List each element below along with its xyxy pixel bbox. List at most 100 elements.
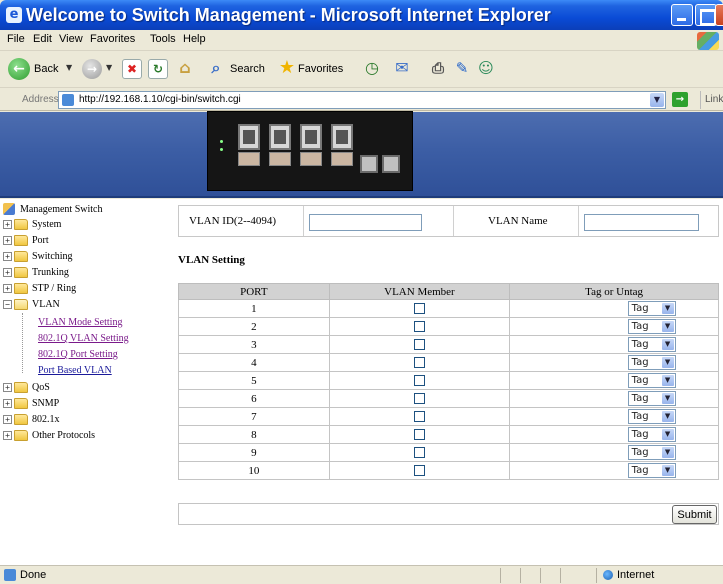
tree-item-label[interactable]: STP / Ring bbox=[32, 283, 76, 294]
menu-tools[interactable]: Tools bbox=[150, 33, 176, 45]
collapse-minus-icon[interactable]: − bbox=[3, 300, 12, 309]
tag-select[interactable]: Tag ▼ bbox=[627, 337, 676, 352]
edit-icon[interactable]: ✎ bbox=[452, 59, 472, 79]
vlan-member-checkbox[interactable] bbox=[413, 411, 425, 423]
minimize-button[interactable] bbox=[671, 4, 693, 26]
tag-select[interactable]: Tag ▼ bbox=[627, 355, 676, 370]
links-button[interactable]: Links bbox=[700, 91, 723, 109]
folder-icon bbox=[14, 219, 28, 230]
tag-select[interactable]: Tag ▼ bbox=[627, 373, 676, 388]
tree-item-label[interactable]: Switching bbox=[32, 251, 73, 262]
back-arrow-icon[interactable]: ← bbox=[8, 58, 30, 80]
chevron-down-icon[interactable]: ▼ bbox=[661, 393, 674, 404]
folder-icon bbox=[14, 251, 28, 262]
chevron-down-icon[interactable]: ▼ bbox=[661, 321, 674, 332]
tree-link-label[interactable]: 802.1Q VLAN Setting bbox=[38, 333, 129, 344]
expand-plus-icon[interactable]: + bbox=[3, 236, 12, 245]
mail-icon[interactable]: ✉ bbox=[392, 59, 412, 79]
tree-item-label[interactable]: VLAN bbox=[32, 299, 60, 310]
tree-link-label[interactable]: 802.1Q Port Setting bbox=[38, 349, 118, 360]
menu-file[interactable]: File bbox=[7, 33, 25, 45]
back-dropdown-icon[interactable]: ▼ bbox=[66, 63, 72, 72]
favorites-star-icon[interactable]: ★ bbox=[277, 59, 297, 79]
chevron-down-icon[interactable]: ▼ bbox=[661, 465, 674, 476]
tree-link-label[interactable]: VLAN Mode Setting bbox=[38, 317, 122, 328]
vlan-id-input[interactable] bbox=[309, 214, 422, 231]
chevron-down-icon[interactable]: ▼ bbox=[661, 375, 674, 386]
chevron-down-icon[interactable]: ▼ bbox=[661, 303, 674, 314]
back-button-label[interactable]: Back bbox=[34, 63, 58, 75]
expand-plus-icon[interactable]: + bbox=[3, 284, 12, 293]
sfp-port-10-icon bbox=[382, 155, 400, 173]
submit-row: Submit bbox=[178, 503, 719, 525]
menu-view[interactable]: View bbox=[59, 33, 83, 45]
vlan-member-checkbox[interactable] bbox=[413, 375, 425, 387]
tree-item-label[interactable]: 802.1x bbox=[32, 414, 60, 425]
expand-plus-icon[interactable]: + bbox=[3, 383, 12, 392]
tree-item-label[interactable]: System bbox=[32, 219, 61, 230]
vlan-member-checkbox[interactable] bbox=[413, 447, 425, 459]
history-icon[interactable]: ◷ bbox=[362, 59, 382, 79]
vlan-member-checkbox[interactable] bbox=[413, 339, 425, 351]
chevron-down-icon[interactable]: ▼ bbox=[661, 447, 674, 458]
tag-select[interactable]: Tag ▼ bbox=[627, 409, 676, 424]
title-bar[interactable]: e Welcome to Switch Management - Microso… bbox=[0, 0, 723, 30]
tree-item-label[interactable]: Other Protocols bbox=[32, 430, 95, 441]
vlan-member-checkbox[interactable] bbox=[413, 465, 425, 477]
tag-select[interactable]: Tag ▼ bbox=[627, 319, 676, 334]
expand-plus-icon[interactable]: + bbox=[3, 431, 12, 440]
main-content: VLAN ID(2--4094) VLAN Name VLAN Setting … bbox=[172, 199, 723, 565]
search-icon[interactable]: ⌕ bbox=[206, 59, 226, 79]
search-button-label[interactable]: Search bbox=[230, 63, 265, 75]
tree-link-label[interactable]: Port Based VLAN bbox=[38, 365, 112, 376]
tag-select[interactable]: Tag ▼ bbox=[627, 463, 676, 478]
menu-favorites[interactable]: Favorites bbox=[90, 33, 135, 45]
address-url[interactable]: http://192.168.1.10/cgi-bin/switch.cgi bbox=[79, 94, 241, 105]
expand-plus-icon[interactable]: + bbox=[3, 220, 12, 229]
tag-select[interactable]: Tag ▼ bbox=[627, 391, 676, 406]
tree-root-label[interactable]: Management Switch bbox=[20, 204, 102, 215]
tag-select[interactable]: Tag ▼ bbox=[627, 445, 676, 460]
header-tag-or-untag: Tag or Untag bbox=[509, 283, 719, 300]
favorites-button-label[interactable]: Favorites bbox=[298, 63, 343, 75]
submit-button[interactable]: Submit bbox=[672, 505, 717, 524]
close-button[interactable] bbox=[715, 4, 723, 26]
tag-select[interactable]: Tag ▼ bbox=[627, 301, 676, 316]
vlan-member-cell bbox=[328, 407, 511, 426]
status-separator bbox=[560, 568, 561, 583]
chevron-down-icon[interactable]: ▼ bbox=[661, 357, 674, 368]
vlan-member-checkbox[interactable] bbox=[413, 357, 425, 369]
tree-item-label[interactable]: Trunking bbox=[32, 267, 69, 278]
menu-help[interactable]: Help bbox=[183, 33, 206, 45]
tag-select[interactable]: Tag ▼ bbox=[627, 427, 676, 442]
tag-select-value: Tag bbox=[631, 393, 649, 404]
refresh-icon[interactable]: ↻ bbox=[148, 59, 168, 79]
messenger-icon[interactable]: ☺ bbox=[476, 59, 496, 79]
vlan-name-input[interactable] bbox=[584, 214, 699, 231]
chevron-down-icon[interactable]: ▼ bbox=[661, 411, 674, 422]
maximize-button[interactable] bbox=[695, 4, 717, 26]
address-input[interactable]: http://192.168.1.10/cgi-bin/switch.cgi ▼ bbox=[58, 91, 666, 109]
stop-icon[interactable]: ✖ bbox=[122, 59, 142, 79]
expand-plus-icon[interactable]: + bbox=[3, 415, 12, 424]
menu-edit[interactable]: Edit bbox=[33, 33, 52, 45]
vlan-member-checkbox[interactable] bbox=[413, 393, 425, 405]
tree-item-label[interactable]: QoS bbox=[32, 382, 50, 393]
chevron-down-icon[interactable]: ▼ bbox=[661, 429, 674, 440]
vlan-member-checkbox[interactable] bbox=[413, 429, 425, 441]
tree-item-label[interactable]: SNMP bbox=[32, 398, 59, 409]
chevron-down-icon[interactable]: ▼ bbox=[661, 339, 674, 350]
expand-plus-icon[interactable]: + bbox=[3, 268, 12, 277]
go-arrow-icon[interactable]: → bbox=[672, 92, 688, 107]
forward-arrow-icon[interactable]: → bbox=[82, 59, 102, 79]
tree-item-label[interactable]: Port bbox=[32, 235, 49, 246]
home-icon[interactable]: ⌂ bbox=[175, 59, 195, 79]
vlan-member-checkbox[interactable] bbox=[413, 321, 425, 333]
vlan-id-label: VLAN ID(2--4094) bbox=[189, 215, 277, 227]
forward-dropdown-icon[interactable]: ▼ bbox=[106, 63, 112, 72]
print-icon[interactable]: ⎙ bbox=[428, 59, 448, 79]
expand-plus-icon[interactable]: + bbox=[3, 399, 12, 408]
vlan-member-checkbox[interactable] bbox=[413, 303, 425, 315]
expand-plus-icon[interactable]: + bbox=[3, 252, 12, 261]
address-dropdown-icon[interactable]: ▼ bbox=[650, 93, 664, 107]
